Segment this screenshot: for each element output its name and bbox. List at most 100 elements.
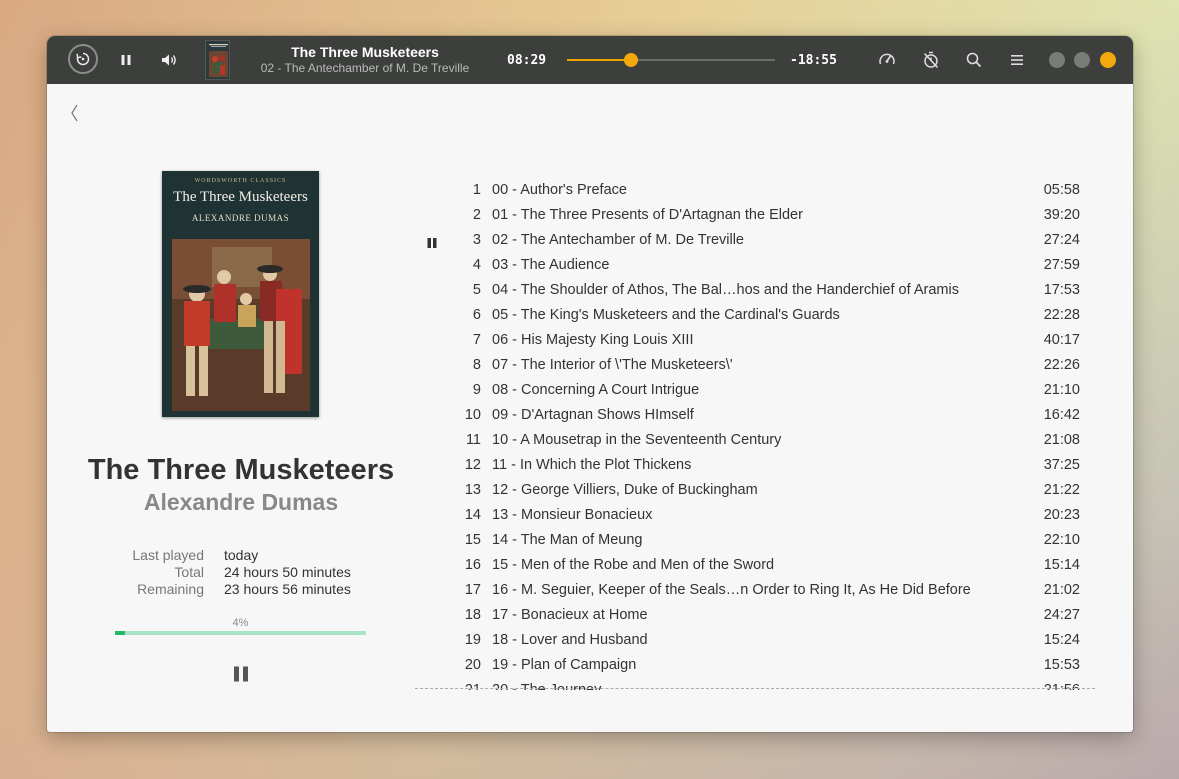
track-title: 16 - M. Seguier, Keeper of the Seals…n O… xyxy=(492,582,971,598)
menu-button[interactable] xyxy=(1007,50,1027,70)
track-title: 17 - Bonacieux at Home xyxy=(492,607,648,623)
track-number: 5 xyxy=(472,282,481,298)
volume-button[interactable] xyxy=(157,50,181,70)
last-played-label: Last played xyxy=(132,547,204,563)
track-duration: 05:58 xyxy=(1043,182,1080,198)
list-fade-separator xyxy=(415,688,1095,689)
track-number: 10 xyxy=(464,407,481,423)
track-number: 15 xyxy=(464,532,481,548)
book-title: The Three Musketeers xyxy=(87,454,395,486)
seek-fill xyxy=(567,59,632,61)
replay-button[interactable] xyxy=(68,44,98,74)
search-button[interactable] xyxy=(964,50,984,70)
track-duration: 22:28 xyxy=(1043,307,1080,323)
track-number: 1 xyxy=(472,182,481,198)
cover-title-text: The Three Musketeers xyxy=(173,189,308,205)
track-row[interactable]: 4 03 - The Audience 27:59 xyxy=(417,253,1097,278)
track-title: 14 - The Man of Meung xyxy=(492,532,643,548)
book-progress-bar xyxy=(115,631,366,635)
track-row[interactable]: 7 06 - His Majesty King Louis XIII 40:17 xyxy=(417,328,1097,353)
track-title: 03 - The Audience xyxy=(492,257,610,273)
track-row[interactable]: 5 04 - The Shoulder of Athos, The Bal…hos… xyxy=(417,278,1097,303)
progress-percent: 4% xyxy=(232,617,249,629)
track-number: 17 xyxy=(464,582,481,598)
track-title: 05 - The King's Musketeers and the Cardi… xyxy=(492,307,840,323)
track-title: 09 - D'Artagnan Shows HImself xyxy=(492,407,694,423)
track-row[interactable]: 2 01 - The Three Presents of D'Artagnan t… xyxy=(417,203,1097,228)
track-duration: 21:10 xyxy=(1043,382,1080,398)
track-number: 9 xyxy=(472,382,481,398)
back-button[interactable] xyxy=(67,102,83,124)
remaining-value: 23 hours 56 minutes xyxy=(224,581,351,597)
maximize-button[interactable] xyxy=(1074,52,1090,68)
track-row[interactable]: 1 00 - Author's Preface 05:58 xyxy=(417,178,1097,203)
track-row[interactable]: 6 05 - The King's Musketeers and the Card… xyxy=(417,303,1097,328)
total-value: 24 hours 50 minutes xyxy=(224,564,351,580)
pause-icon xyxy=(121,55,131,65)
track-row[interactable]: 15 14 - The Man of Meung 22:10 xyxy=(417,528,1097,553)
track-duration: 24:27 xyxy=(1043,607,1080,623)
track-row[interactable]: 12 11 - In Which the Plot Thickens 37:25 xyxy=(417,453,1097,478)
track-number: 19 xyxy=(464,632,481,648)
track-title: 06 - His Majesty King Louis XIII xyxy=(492,332,694,348)
seek-slider[interactable] xyxy=(567,53,775,67)
track-duration: 39:20 xyxy=(1043,207,1080,223)
speed-icon xyxy=(879,53,895,65)
cover-painting xyxy=(172,239,310,411)
track-number: 18 xyxy=(464,607,481,623)
track-number: 8 xyxy=(472,357,481,373)
app-window: The Three Musketeers 02 - The Antechambe… xyxy=(47,36,1133,732)
track-title: 15 - Men of the Robe and Men of the Swor… xyxy=(492,557,775,573)
track-duration: 20:23 xyxy=(1043,507,1080,523)
track-duration: 15:53 xyxy=(1043,657,1080,673)
track-list: 1 00 - Author's Preface 05:58 2 01 - The Thr… xyxy=(417,178,1097,690)
track-row[interactable]: 3 02 - The Antechamber of M. De Treville 2… xyxy=(417,228,1097,253)
track-duration: 21:08 xyxy=(1043,432,1080,448)
track-row[interactable]: 18 17 - Bonacieux at Home 24:27 xyxy=(417,603,1097,628)
track-duration: 17:53 xyxy=(1043,282,1080,298)
minimize-button[interactable] xyxy=(1049,52,1065,68)
track-title: 13 - Monsieur Bonacieux xyxy=(492,507,653,523)
pause-button[interactable] xyxy=(115,50,137,70)
track-row[interactable]: 11 10 - A Mousetrap in the Seventeenth Ce… xyxy=(417,428,1097,453)
track-title: 11 - In Which the Plot Thickens xyxy=(492,457,692,473)
menu-icon xyxy=(1011,55,1023,65)
track-row[interactable]: 8 07 - The Interior of \'The Musketeers\'… xyxy=(417,353,1097,378)
track-title: 18 - Lover and Husband xyxy=(492,632,648,648)
track-title: 02 - The Antechamber of M. De Treville xyxy=(492,232,744,248)
track-row[interactable]: 14 13 - Monsieur Bonacieux 20:23 xyxy=(417,503,1097,528)
sleep-timer-button[interactable] xyxy=(921,50,941,70)
track-duration: 37:25 xyxy=(1043,457,1080,473)
book-pause-button[interactable] xyxy=(232,665,250,683)
pause-icon xyxy=(234,666,248,682)
track-duration: 21:02 xyxy=(1043,582,1080,598)
now-playing-title: The Three Musketeers xyxy=(291,44,439,60)
book-author: Alexandre Dumas xyxy=(143,489,339,515)
track-row[interactable]: 17 16 - M. Seguier, Keeper of the Seals…n… xyxy=(417,578,1097,603)
track-row[interactable]: 20 19 - Plan of Campaign 15:53 xyxy=(417,653,1097,678)
track-duration: 21:22 xyxy=(1043,482,1080,498)
track-duration: 40:17 xyxy=(1043,332,1080,348)
track-title: 08 - Concerning A Court Intrigue xyxy=(492,382,700,398)
track-row[interactable]: 16 15 - Men of the Robe and Men of the Sw… xyxy=(417,553,1097,578)
track-duration: 15:24 xyxy=(1043,632,1080,648)
track-row[interactable]: 13 12 - George Villiers, Duke of Buckingh… xyxy=(417,478,1097,503)
track-row[interactable]: 10 09 - D'Artagnan Shows HImself 16:42 xyxy=(417,403,1097,428)
track-row[interactable]: 19 18 - Lover and Husband 15:24 xyxy=(417,628,1097,653)
cover-series-text: WORDSWORTH CLASSICS xyxy=(194,178,287,184)
book-progress-fill xyxy=(115,631,126,635)
track-row[interactable]: 9 08 - Concerning A Court Intrigue 21:10 xyxy=(417,378,1097,403)
track-number: 6 xyxy=(472,307,481,323)
close-button[interactable] xyxy=(1100,52,1116,68)
track-number: 7 xyxy=(472,332,481,348)
playback-speed-button[interactable] xyxy=(877,50,897,70)
track-number: 16 xyxy=(464,557,481,573)
seek-knob[interactable] xyxy=(624,53,639,67)
track-title: 01 - The Three Presents of D'Artagnan th… xyxy=(492,207,803,223)
replay-icon xyxy=(76,52,90,66)
book-cover: WORDSWORTH CLASSICS The Three Musketeers… xyxy=(162,171,319,417)
track-number: 14 xyxy=(464,507,481,523)
remaining-label: Remaining xyxy=(137,581,204,597)
track-duration: 16:42 xyxy=(1043,407,1080,423)
track-duration: 22:26 xyxy=(1043,357,1080,373)
